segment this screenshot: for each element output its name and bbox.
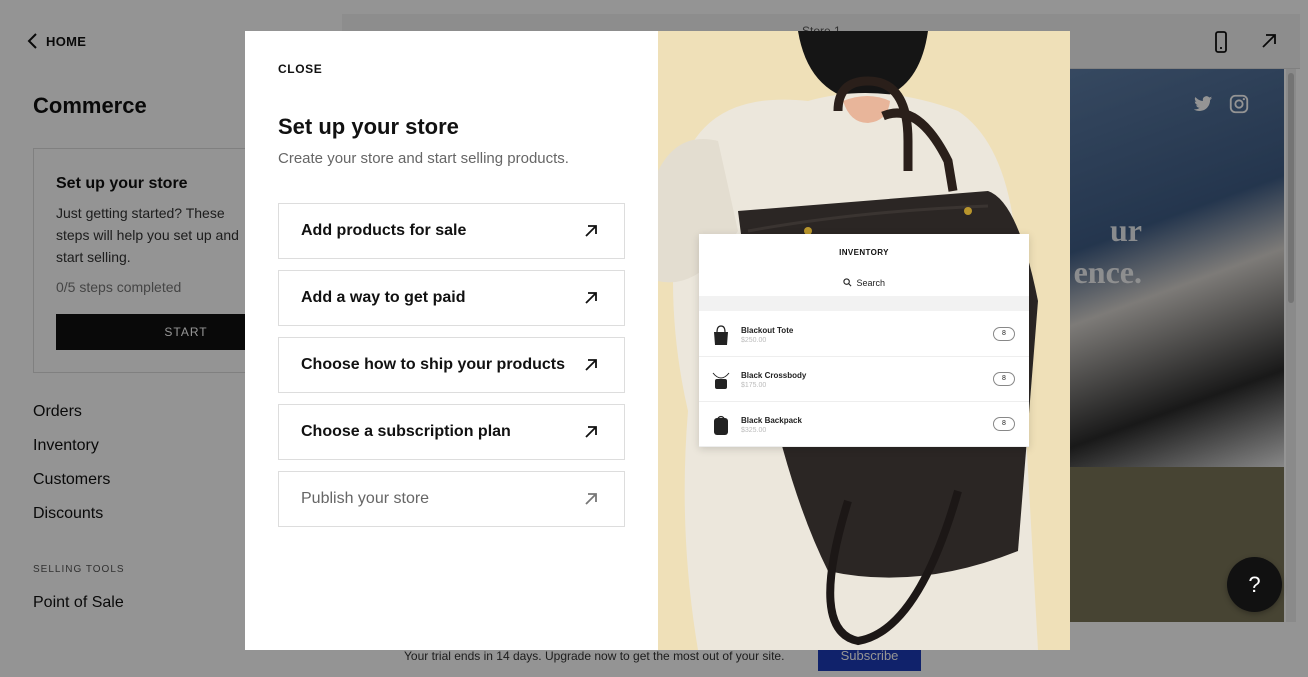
step-label: Add products for sale	[301, 222, 467, 239]
inventory-item-qty: 8	[993, 417, 1015, 431]
inventory-item-price: $325.00	[741, 427, 767, 434]
inventory-row: Blackout Tote $250.00 8	[699, 312, 1029, 357]
help-button[interactable]: ?	[1227, 557, 1282, 612]
tote-bag-icon	[714, 325, 728, 345]
inventory-search-label: Search	[856, 278, 886, 288]
arrow-up-right-icon	[585, 426, 597, 438]
inventory-item-price: $250.00	[741, 337, 767, 344]
inventory-item-name: Black Crossbody	[741, 371, 807, 380]
inventory-row: Black Crossbody $175.00 8	[699, 357, 1029, 402]
setup-store-modal: CLOSE Set up your store Create your stor…	[245, 31, 1070, 650]
inventory-title: INVENTORY	[839, 248, 889, 257]
inventory-item-price: $175.00	[741, 382, 767, 389]
inventory-item-name: Black Backpack	[741, 416, 802, 425]
backpack-icon	[714, 415, 728, 435]
arrow-up-right-icon	[585, 359, 597, 371]
step-label: Choose a subscription plan	[301, 423, 511, 440]
arrow-up-right-icon	[585, 493, 597, 505]
step-choose-shipping[interactable]: Choose how to ship your products	[278, 337, 625, 393]
inventory-divider	[699, 296, 1029, 311]
step-add-payment[interactable]: Add a way to get paid	[278, 270, 625, 326]
crossbody-bag-icon	[712, 372, 730, 389]
step-publish-store[interactable]: Publish your store	[278, 471, 625, 527]
step-choose-subscription[interactable]: Choose a subscription plan	[278, 404, 625, 460]
arrow-up-right-icon	[585, 225, 597, 237]
inventory-item-qty: 8	[993, 372, 1015, 386]
inventory-item-qty: 8	[993, 327, 1015, 341]
step-add-products[interactable]: Add products for sale	[278, 203, 625, 259]
step-label: Add a way to get paid	[301, 289, 466, 306]
inventory-search: Search	[699, 278, 1029, 288]
modal-subtitle: Create your store and start selling prod…	[278, 150, 569, 167]
modal-content: CLOSE Set up your store Create your stor…	[245, 31, 658, 650]
setup-steps-list: Add products for sale Add a way to get p…	[278, 203, 625, 538]
modal-title: Set up your store	[278, 114, 459, 139]
step-label: Publish your store	[301, 490, 430, 507]
close-button[interactable]: CLOSE	[278, 62, 322, 76]
modal-illustration: INVENTORY Search Blackout Tote $250.00 8…	[658, 31, 1070, 650]
search-icon	[843, 278, 852, 287]
step-label: Choose how to ship your products	[301, 356, 565, 373]
arrow-up-right-icon	[585, 292, 597, 304]
inventory-row: Black Backpack $325.00 8	[699, 402, 1029, 447]
inventory-preview-card: INVENTORY Search Blackout Tote $250.00 8…	[699, 234, 1029, 447]
inventory-item-name: Blackout Tote	[741, 326, 794, 335]
